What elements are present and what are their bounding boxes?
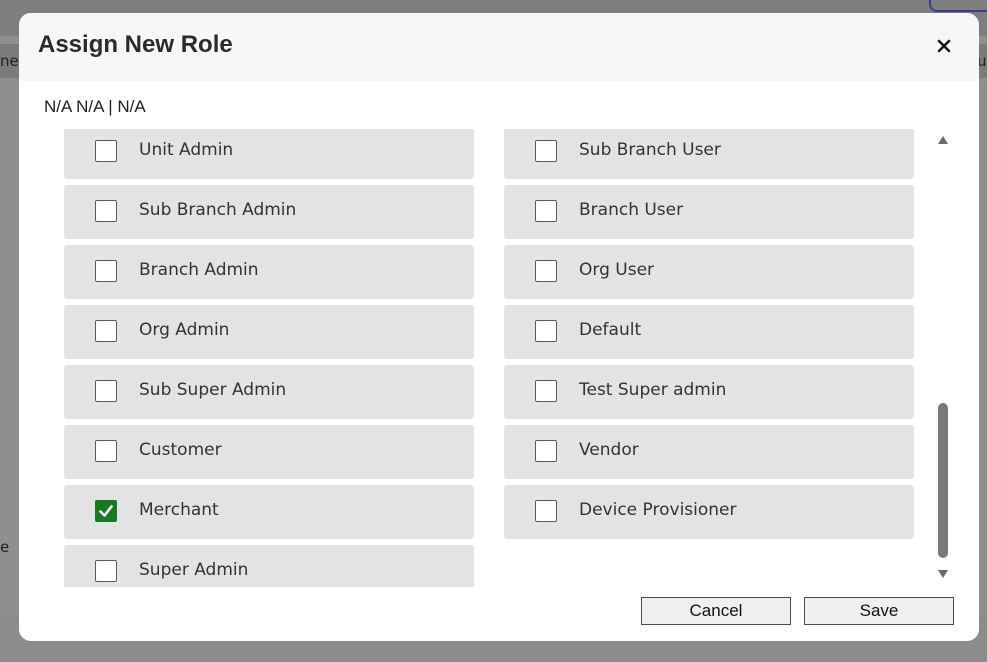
role-label: Test Super admin (579, 380, 727, 400)
role-checkbox[interactable] (95, 440, 117, 462)
role-checkbox[interactable] (95, 320, 117, 342)
role-item[interactable]: Org User (504, 245, 914, 299)
role-list: Unit Admin Sub Branch Admin Branch Admin Or… (19, 129, 979, 587)
role-item[interactable]: Branch Admin (64, 245, 474, 299)
role-item[interactable]: Device Provisioner (504, 485, 914, 539)
role-item[interactable]: Sub Branch Admin (64, 185, 474, 239)
save-button[interactable]: Save (804, 597, 954, 625)
role-checkbox[interactable] (535, 380, 557, 402)
role-label: Sub Branch User (579, 140, 721, 160)
role-label: Org Admin (139, 320, 230, 340)
role-item[interactable]: Default (504, 305, 914, 359)
role-checkbox[interactable] (95, 500, 117, 522)
scroll-up-arrow-icon[interactable] (937, 135, 949, 145)
role-label: Device Provisioner (579, 500, 737, 520)
role-checkbox[interactable] (95, 140, 117, 162)
role-label: Customer (139, 440, 222, 460)
role-label: Branch Admin (139, 260, 259, 280)
role-label: Branch User (579, 200, 684, 220)
role-label: Super Admin (139, 560, 249, 580)
role-item[interactable]: Super Admin (64, 545, 474, 587)
role-checkbox[interactable] (535, 440, 557, 462)
role-checkbox[interactable] (95, 560, 117, 582)
cancel-button[interactable]: Cancel (641, 597, 791, 625)
role-label: Vendor (579, 440, 639, 460)
role-item[interactable]: Org Admin (64, 305, 474, 359)
role-item[interactable]: Branch User (504, 185, 914, 239)
role-item[interactable]: Merchant (64, 485, 474, 539)
background-label: e (0, 538, 10, 556)
role-label: Default (579, 320, 642, 340)
role-item[interactable]: Sub Super Admin (64, 365, 474, 419)
close-button[interactable] (931, 33, 957, 59)
role-checkbox[interactable] (95, 380, 117, 402)
scroll-down-arrow-icon[interactable] (937, 569, 949, 579)
role-label: Sub Branch Admin (139, 200, 297, 220)
role-label: Unit Admin (139, 140, 234, 160)
checkmark-icon (99, 505, 113, 517)
assign-role-modal: Assign New Role N/A N/A | N/A Unit Admin… (19, 13, 979, 641)
role-item[interactable]: Vendor (504, 425, 914, 479)
role-item[interactable]: Sub Branch User (504, 129, 914, 179)
role-item[interactable]: Unit Admin (64, 129, 474, 179)
role-checkbox[interactable] (535, 500, 557, 522)
role-checkbox[interactable] (535, 140, 557, 162)
role-checkbox[interactable] (95, 200, 117, 222)
background-button (929, 0, 987, 12)
role-label: Merchant (139, 500, 219, 520)
user-info-subtitle: N/A N/A | N/A (44, 97, 146, 116)
role-label: Sub Super Admin (139, 380, 287, 400)
role-label: Org User (579, 260, 655, 280)
role-list-scrollbar[interactable] (933, 129, 953, 587)
modal-header: Assign New Role (19, 13, 979, 81)
role-checkbox[interactable] (535, 260, 557, 282)
modal-title: Assign New Role (38, 31, 233, 58)
role-item[interactable]: Test Super admin (504, 365, 914, 419)
role-item[interactable]: Customer (64, 425, 474, 479)
role-checkbox[interactable] (535, 320, 557, 342)
scrollbar-thumb[interactable] (938, 403, 948, 558)
close-icon (937, 39, 951, 53)
role-checkbox[interactable] (95, 260, 117, 282)
role-checkbox[interactable] (535, 200, 557, 222)
